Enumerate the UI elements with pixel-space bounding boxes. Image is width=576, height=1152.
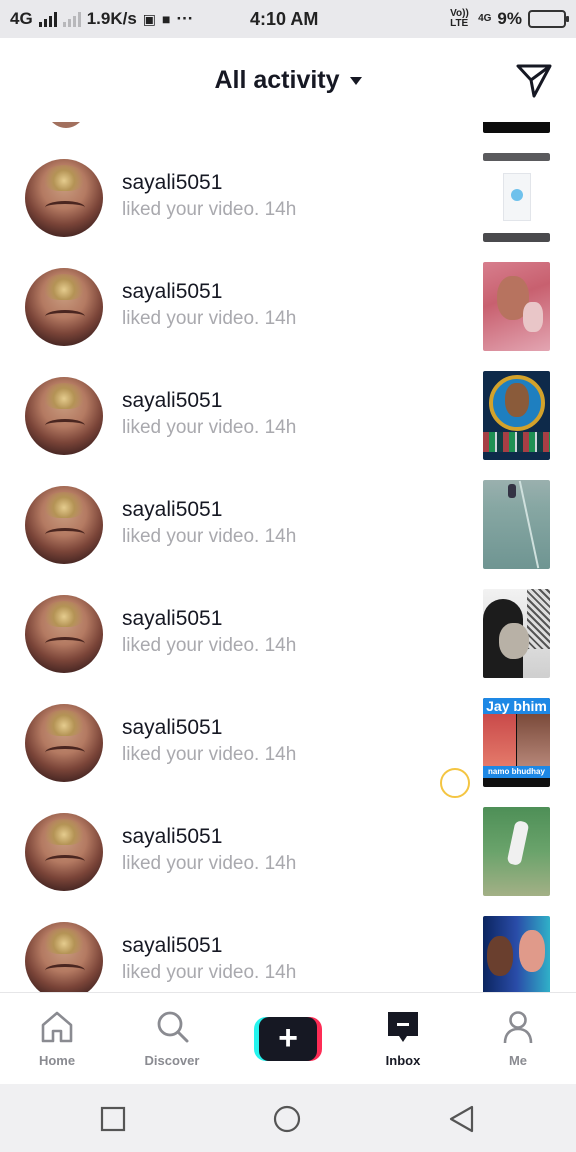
username[interactable]: sayali5051 (122, 607, 222, 631)
list-item[interactable]: sayali5051 liked your video. 14h (0, 122, 576, 242)
home-icon (41, 1011, 73, 1043)
video-icon: ■ (162, 11, 171, 27)
floating-touch-indicator[interactable] (440, 768, 470, 798)
more-icon: ··· (176, 9, 194, 28)
list-item[interactable]: sayali5051 liked your video. 14h (0, 340, 576, 460)
video-thumbnail[interactable] (483, 153, 550, 242)
system-nav-bar (0, 1084, 576, 1152)
action-text: liked your video. (122, 308, 260, 329)
username[interactable]: sayali5051 (122, 280, 222, 304)
battery-percent: 9% (497, 9, 522, 28)
home-button-icon[interactable] (272, 1104, 302, 1134)
username[interactable]: sayali5051 (122, 498, 222, 522)
time-ago: 14h (264, 417, 297, 438)
time-ago: 14h (264, 635, 297, 656)
action-text: liked your video. (122, 635, 260, 656)
bottom-nav: Home Discover + Inbox Me (0, 992, 576, 1084)
activity-text: liked your video. 14h (122, 308, 296, 330)
nav-me[interactable]: Me (463, 993, 573, 1085)
action-text: liked your video. (122, 526, 260, 547)
database-icon: ▣ (142, 10, 157, 27)
send-icon[interactable] (514, 60, 554, 100)
video-thumbnail[interactable]: Jay bhim namo bhudhay (483, 698, 550, 787)
status-bar: 4G 1.9K/s ▣ ■ ··· 4:10 AM Vo)) LTE 4G 9% (0, 0, 576, 38)
time-ago: 14h (264, 526, 297, 547)
nav-discover[interactable]: Discover (117, 993, 227, 1085)
nav-home[interactable]: Home (2, 993, 112, 1085)
battery-icon (528, 10, 569, 28)
username[interactable]: sayali5051 (122, 171, 222, 195)
avatar[interactable] (25, 704, 103, 782)
activity-text: liked your video. 14h (122, 417, 296, 439)
avatar[interactable] (25, 268, 103, 346)
thumbnail-caption-top: Jay bhim (483, 698, 550, 714)
nav-inbox-label: Inbox (385, 1053, 421, 1068)
action-text: liked your video. (122, 199, 260, 220)
network-label: 4G (10, 9, 33, 28)
username[interactable]: sayali5051 (122, 825, 222, 849)
nav-inbox[interactable]: Inbox (348, 993, 458, 1085)
username[interactable]: sayali5051 (122, 934, 222, 958)
signal-2-icon (62, 11, 81, 27)
status-left: 4G 1.9K/s ▣ ■ ··· (10, 9, 193, 29)
network-speed: 1.9K/s (86, 9, 137, 28)
action-text: liked your video. (122, 962, 260, 983)
video-thumbnail[interactable] (483, 916, 550, 992)
clock: 4:10 AM (250, 9, 319, 29)
signal-icon (38, 11, 57, 27)
time-ago: 14h (264, 962, 297, 983)
avatar[interactable] (25, 377, 103, 455)
avatar[interactable] (25, 486, 103, 564)
activity-text: liked your video. 14h (122, 635, 296, 657)
page-title: All activity (214, 66, 340, 94)
list-item[interactable]: sayali5051 liked your video. 14h Jay bhi… (0, 667, 576, 787)
nav-me-label: Me (508, 1053, 528, 1068)
volte-label: Vo)) LTE (450, 8, 469, 29)
action-text: liked your video. (122, 417, 260, 438)
video-thumbnail[interactable] (483, 262, 550, 351)
video-thumbnail[interactable] (483, 371, 550, 460)
list-item[interactable]: sayali5051 liked your video. 14h (0, 449, 576, 569)
video-thumbnail[interactable] (483, 589, 550, 678)
username[interactable]: sayali5051 (122, 716, 222, 740)
list-item[interactable]: sayali5051 liked your video. 14h (0, 885, 576, 992)
avatar[interactable] (25, 159, 103, 237)
avatar[interactable] (25, 813, 103, 891)
action-text: liked your video. (122, 744, 260, 765)
avatar[interactable] (25, 595, 103, 673)
time-ago: 14h (264, 199, 297, 220)
time-ago: 14h (264, 853, 297, 874)
avatar[interactable] (25, 922, 103, 992)
activity-text: liked your video. 14h (122, 526, 296, 548)
activity-list[interactable]: sayali5051 liked your video. 14h sayali5… (0, 122, 576, 992)
status-right: Vo)) LTE 4G 9% (450, 8, 569, 29)
activity-text: liked your video. 14h (122, 199, 296, 221)
inbox-icon (388, 1012, 418, 1042)
search-icon (157, 1011, 189, 1043)
list-item[interactable]: sayali5051 liked your video. 14h (0, 776, 576, 896)
time-ago: 14h (264, 744, 297, 765)
profile-icon (503, 1011, 533, 1044)
video-thumbnail[interactable] (483, 807, 550, 896)
plus-icon: + (259, 1017, 317, 1061)
video-thumbnail[interactable] (483, 480, 550, 569)
activity-text: liked your video. 14h (122, 744, 296, 766)
activity-text: liked your video. 14h (122, 853, 296, 875)
action-text: liked your video. (122, 853, 260, 874)
back-icon[interactable] (446, 1104, 476, 1134)
network-2-label: 4G (478, 13, 492, 24)
header: All activity (0, 38, 576, 122)
nav-discover-label: Discover (144, 1053, 200, 1068)
list-item[interactable]: sayali5051 liked your video. 14h (0, 558, 576, 678)
list-item[interactable]: sayali5051 liked your video. 14h (0, 231, 576, 351)
username[interactable]: sayali5051 (122, 389, 222, 413)
nav-home-label: Home (38, 1053, 76, 1068)
recent-apps-icon[interactable] (98, 1104, 128, 1134)
create-button[interactable]: + (254, 1017, 322, 1061)
activity-text: liked your video. 14h (122, 962, 296, 984)
caret-down-icon (349, 77, 362, 86)
time-ago: 14h (264, 308, 297, 329)
activity-filter[interactable]: All activity (0, 66, 576, 95)
